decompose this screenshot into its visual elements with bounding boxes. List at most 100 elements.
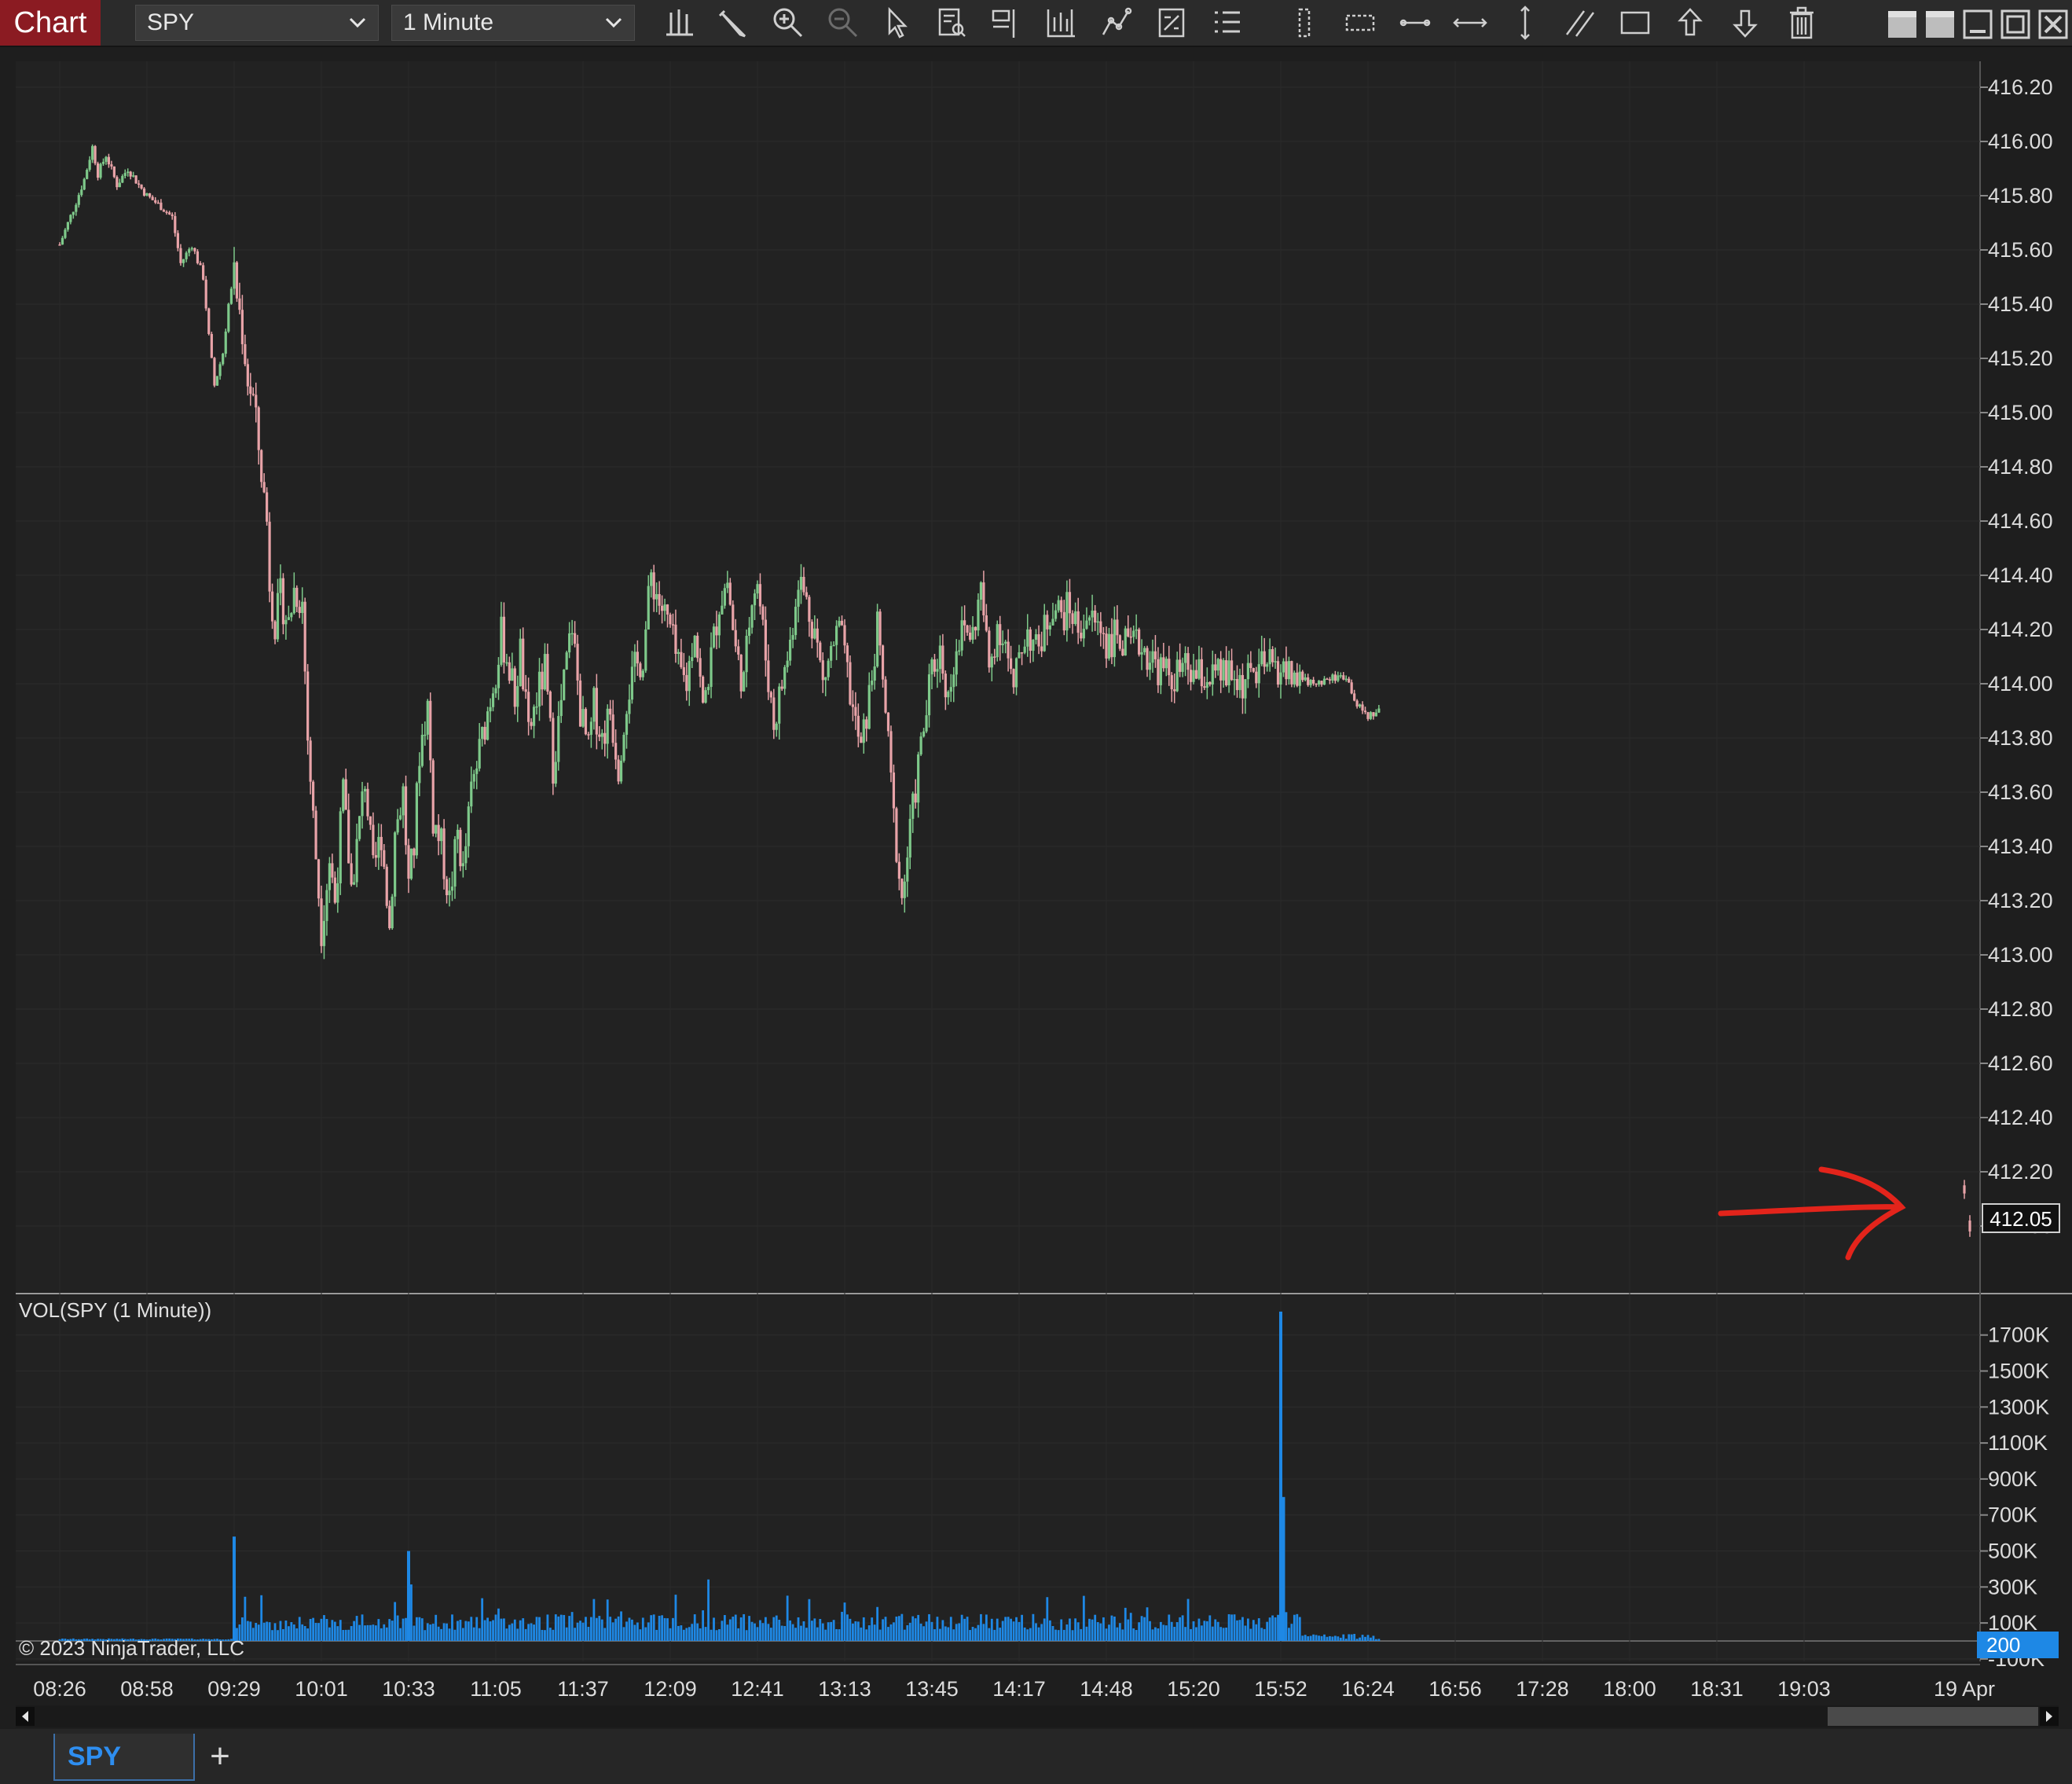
volume-bar — [1370, 1637, 1372, 1641]
chart-trader-icon[interactable] — [1152, 3, 1191, 42]
volume-bar — [928, 1613, 930, 1641]
volume-bar — [780, 1625, 783, 1641]
volume-bar — [960, 1614, 963, 1641]
chart-canvas[interactable]: 416.20 416.00 415.80 415.60 415.40 415.20 415.… — [0, 47, 2072, 1729]
volume-bar — [617, 1616, 620, 1641]
volume-bar — [922, 1626, 925, 1641]
zoom-out-icon[interactable] — [823, 3, 863, 42]
pencil-icon[interactable] — [713, 3, 753, 42]
volume-bar — [273, 1623, 277, 1641]
price-tick-label: 414.80 — [1988, 455, 2053, 479]
parallel-lines-icon[interactable] — [1560, 3, 1600, 42]
volume-bar — [732, 1617, 735, 1641]
tile-icon[interactable] — [1883, 3, 1916, 42]
close-icon[interactable] — [2033, 3, 2068, 42]
volume-bar — [1211, 1626, 1214, 1641]
volume-bar — [1208, 1615, 1212, 1641]
price-candle — [260, 449, 263, 488]
volume-bar — [579, 1621, 581, 1641]
price-candle — [693, 635, 696, 658]
time-tick-label: 14:48 — [1080, 1677, 1133, 1701]
horizontal-line-icon[interactable] — [1395, 3, 1435, 42]
scrollbar-thumb[interactable] — [1828, 1707, 2038, 1726]
volume-bar — [546, 1614, 549, 1641]
price-candle — [1124, 626, 1127, 656]
minimize-icon[interactable] — [1958, 3, 1993, 42]
line-drawing-icon[interactable] — [1097, 3, 1136, 42]
volume-bar — [1366, 1635, 1370, 1641]
volume-bar — [478, 1628, 481, 1641]
rectangle-icon[interactable] — [1615, 3, 1655, 42]
volume-bar — [609, 1617, 612, 1641]
tab-spy[interactable]: SPY — [53, 1734, 195, 1781]
arrow-up-icon[interactable] — [1670, 3, 1710, 42]
volume-bar — [475, 1617, 479, 1641]
volume-bar — [650, 1615, 653, 1641]
chevron-down-icon — [605, 17, 622, 28]
indicators-icon[interactable] — [1042, 3, 1081, 42]
price-tick-label: 412.80 — [1988, 997, 2053, 1021]
volume-bar — [739, 1617, 743, 1641]
volume-bar — [344, 1629, 347, 1641]
volume-bar — [939, 1628, 941, 1641]
volume-bar — [353, 1621, 356, 1641]
volume-bar — [1129, 1613, 1132, 1641]
volume-bar — [800, 1625, 802, 1641]
data-box-icon[interactable] — [932, 3, 971, 42]
price-candle — [339, 807, 342, 895]
volume-bar — [1195, 1627, 1197, 1641]
volume-bar — [1339, 1637, 1342, 1641]
trash-icon[interactable] — [1782, 3, 1821, 42]
horizontal-scrollbar[interactable] — [16, 1705, 2059, 1727]
list-icon[interactable] — [1207, 3, 1246, 42]
vertical-line-icon[interactable] — [1505, 3, 1545, 42]
volume-bar — [873, 1624, 876, 1641]
volume-bar — [1230, 1614, 1233, 1641]
volume-bar — [587, 1627, 590, 1641]
price-candle — [227, 303, 230, 333]
volume-bar — [1326, 1636, 1329, 1641]
instrument-dropdown[interactable]: SPY — [135, 5, 379, 41]
volume-bar — [522, 1618, 525, 1641]
volume-bar — [893, 1622, 895, 1641]
volume-bar — [786, 1595, 789, 1641]
rectangle-select-icon[interactable] — [1340, 3, 1380, 42]
arrow-down-icon[interactable] — [1725, 3, 1765, 42]
volume-bar — [570, 1612, 574, 1641]
volume-bar — [614, 1618, 618, 1641]
extended-line-icon[interactable] — [1450, 3, 1490, 42]
volume-bar — [1342, 1634, 1345, 1641]
volume-bar — [410, 1584, 413, 1641]
zoom-in-icon[interactable] — [768, 3, 808, 42]
cursor-icon[interactable] — [877, 3, 916, 42]
add-tab-button[interactable]: + — [201, 1737, 239, 1776]
region-icon[interactable] — [1285, 3, 1325, 42]
volume-bar — [871, 1617, 874, 1641]
tile-icon-2[interactable] — [1920, 3, 1954, 42]
price-tick-label: 415.60 — [1988, 238, 2053, 262]
volume-bar — [661, 1615, 663, 1641]
interval-dropdown[interactable]: 1 Minute — [391, 5, 635, 41]
price-tick-label: 413.00 — [1988, 943, 2053, 967]
volume-bar — [699, 1628, 702, 1641]
volume-bar — [841, 1611, 843, 1641]
volume-bar — [882, 1619, 884, 1641]
volume-bar — [949, 1617, 952, 1641]
volume-bar — [1377, 1639, 1381, 1641]
maximize-icon[interactable] — [1996, 3, 2030, 42]
bar-style-icon[interactable] — [660, 3, 699, 42]
volume-bar — [505, 1628, 508, 1641]
volume-bar — [1309, 1635, 1312, 1641]
volume-bar — [1298, 1617, 1301, 1641]
volume-bar — [713, 1617, 715, 1641]
volume-bar — [743, 1613, 746, 1641]
volume-bar — [726, 1624, 729, 1641]
volume-bar — [1170, 1621, 1173, 1641]
volume-bar — [383, 1624, 386, 1641]
volume-bar — [1268, 1617, 1271, 1641]
strategies-icon[interactable] — [987, 3, 1026, 42]
volume-bar — [867, 1625, 871, 1641]
price-candle — [426, 699, 429, 740]
volume-bar — [611, 1622, 614, 1641]
price-candle — [204, 276, 207, 311]
